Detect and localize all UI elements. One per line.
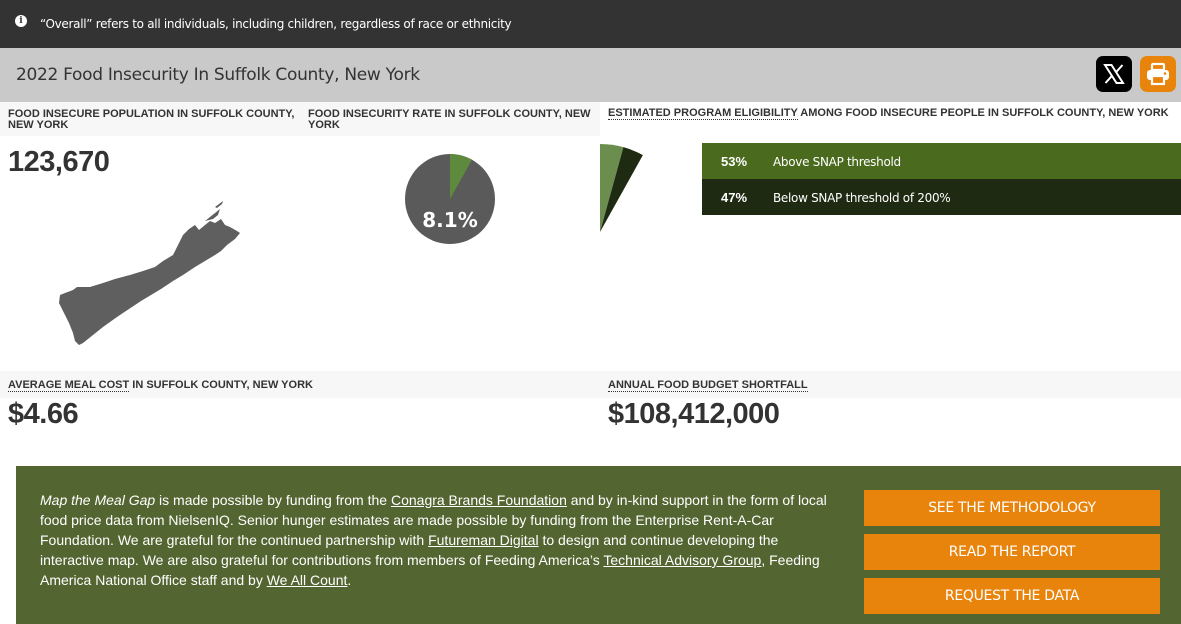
footer-credits: Map the Meal Gap is made possible by fun… bbox=[40, 490, 840, 590]
title-bar: 2022 Food Insecurity In Suffolk County, … bbox=[0, 48, 1181, 102]
population-value: 123,670 bbox=[8, 146, 110, 178]
eligibility-info-link[interactable]: ESTIMATED PROGRAM ELIGIBILITY bbox=[608, 107, 798, 120]
notice-bar: i “Overall” refers to all individuals, i… bbox=[0, 0, 1181, 48]
elig-text-below: Below SNAP threshold of 200% bbox=[773, 191, 951, 205]
shortfall-label: ANNUAL FOOD BUDGET SHORTFALL bbox=[608, 379, 808, 392]
meal-cost-label-rest: IN SUFFOLK COUNTY, NEW YORK bbox=[129, 379, 313, 391]
elig-text-above: Above SNAP threshold bbox=[773, 155, 901, 169]
elig-pct-above: 53% bbox=[721, 154, 748, 169]
print-button[interactable] bbox=[1140, 56, 1176, 92]
rate-label: FOOD INSECURITY RATE IN SUFFOLK COUNTY, … bbox=[308, 108, 591, 131]
rate-value: 8.1% bbox=[422, 208, 478, 232]
shortfall-info-link[interactable]: ANNUAL FOOD BUDGET SHORTFALL bbox=[608, 379, 808, 392]
eligibility-label-rest: AMONG FOOD INSECURE PEOPLE IN SUFFOLK CO… bbox=[797, 107, 1169, 119]
elig-pct-below: 47% bbox=[721, 190, 748, 205]
request-data-button[interactable]: REQUEST THE DATA bbox=[864, 578, 1160, 614]
footer-text-5: . bbox=[347, 572, 352, 588]
notice-text: “Overall” refers to all individuals, inc… bbox=[40, 17, 512, 31]
meal-cost-label: AVERAGE MEAL COST IN SUFFOLK COUNTY, NEW… bbox=[8, 379, 313, 392]
county-map-shape bbox=[59, 201, 240, 345]
meal-cost-value: $4.66 bbox=[8, 398, 79, 430]
eligibility-wedge-chart bbox=[600, 144, 643, 232]
meal-cost-info-link[interactable]: AVERAGE MEAL COST bbox=[8, 379, 130, 392]
population-label: FOOD INSECURE POPULATION IN SUFFOLK COUN… bbox=[8, 108, 295, 131]
elig-row-below: 47% Below SNAP threshold of 200% bbox=[702, 179, 1181, 215]
elig-row-above: 53% Above SNAP threshold bbox=[702, 143, 1181, 179]
futureman-link[interactable]: Futureman Digital bbox=[428, 532, 539, 548]
page-title: 2022 Food Insecurity In Suffolk County, … bbox=[16, 65, 420, 85]
printer-icon bbox=[1147, 62, 1169, 86]
footer-title: Map the Meal Gap bbox=[40, 492, 156, 508]
info-icon: i bbox=[15, 15, 27, 27]
shortfall-value: $108,412,000 bbox=[608, 398, 780, 430]
read-report-button[interactable]: READ THE REPORT bbox=[864, 534, 1160, 570]
conagra-link[interactable]: Conagra Brands Foundation bbox=[391, 492, 567, 508]
we-all-count-link[interactable]: We All Count bbox=[267, 572, 348, 588]
x-twitter-icon bbox=[1103, 64, 1125, 84]
footer-text-1: is made possible by funding from the bbox=[155, 492, 391, 508]
methodology-button[interactable]: SEE THE METHODOLOGY bbox=[864, 490, 1160, 526]
share-x-button[interactable] bbox=[1096, 56, 1132, 92]
tag-link[interactable]: Technical Advisory Group bbox=[603, 552, 761, 568]
eligibility-label: ESTIMATED PROGRAM ELIGIBILITY AMONG FOOD… bbox=[608, 107, 1178, 120]
footer-panel: Map the Meal Gap is made possible by fun… bbox=[16, 466, 1181, 624]
